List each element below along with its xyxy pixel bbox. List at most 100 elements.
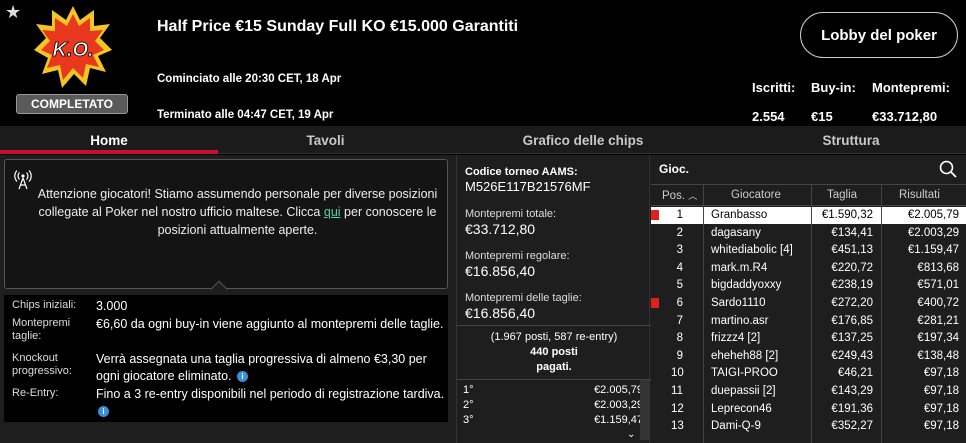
player-position: 9 xyxy=(676,349,683,362)
player-search-bar[interactable]: Gioc. xyxy=(651,155,966,182)
start-time: Cominciato alle 20:30 CET, 18 Apr xyxy=(157,73,342,85)
table-row[interactable]: 13 Dami-Q-9 €352,27 €97,18 xyxy=(651,418,966,435)
search-label: Gioc. xyxy=(659,162,690,176)
table-header: Pos. ︿ Giocatore Taglia Risultati xyxy=(651,184,966,206)
tournament-info: Chips iniziali: 3.000 Montepremi taglie:… xyxy=(4,295,448,422)
prize-row: 3° €1.159,47 xyxy=(463,414,643,427)
col-pos[interactable]: Pos. ︿ xyxy=(662,189,697,202)
player-bounty: €46,21 xyxy=(837,367,873,380)
tab-chip-graph[interactable]: Grafico delle chips xyxy=(476,126,690,154)
player-position: 5 xyxy=(676,279,683,292)
table-row[interactable]: 6 Sardo1110 €272,20 €400,72 xyxy=(651,295,966,312)
info-icon[interactable]: i xyxy=(98,406,109,418)
aams-value: M526E117B21576MF xyxy=(465,179,591,194)
player-result: €2.003,29 xyxy=(907,226,959,239)
prize-pool-label: Montepremi: xyxy=(872,80,950,95)
buyin-value: €15 xyxy=(811,109,833,124)
tournament-header: ★ K.O. COMPLETATO Half Price €15 Sunday … xyxy=(0,0,966,126)
reentry-label: Re-Entry: xyxy=(12,387,59,399)
flag-marker xyxy=(651,298,659,308)
table-row[interactable]: 12 Leprecon46 €191,36 €97,18 xyxy=(651,401,966,418)
player-bounty: €134,41 xyxy=(831,226,873,239)
prize-amount: €2.003,29 xyxy=(594,399,643,411)
table-row[interactable]: 10 TAIGI-PROO €46,21 €97,18 xyxy=(651,365,966,382)
sort-up-icon[interactable]: ︿ xyxy=(688,191,697,201)
player-name: duepassii [2] xyxy=(711,385,776,397)
player-bounty: €249,43 xyxy=(831,349,873,362)
player-name: Dami-Q-9 xyxy=(711,420,761,433)
tab-tables[interactable]: Tavoli xyxy=(218,126,433,154)
col-player[interactable]: Giocatore xyxy=(731,189,781,201)
table-row[interactable]: 11 duepassii [2] €143,29 €97,18 xyxy=(651,383,966,400)
home-content: Attenzione giocatori! Stiamo assumendo p… xyxy=(0,155,966,443)
table-row[interactable]: 8 frizzz4 [2] €137,25 €197,34 xyxy=(651,330,966,347)
player-bounty: €272,20 xyxy=(831,297,873,309)
player-name: martino.asr xyxy=(711,314,769,327)
player-name: frizzz4 [2] xyxy=(711,332,761,345)
col-results[interactable]: Risultati xyxy=(899,189,940,201)
regular-prize-value: €16.856,40 xyxy=(465,263,536,279)
player-bounty: €352,27 xyxy=(831,420,873,433)
chips-value: 3.000 xyxy=(96,299,128,313)
prizes-scrollbar[interactable] xyxy=(640,380,649,440)
ko-logo: K.O. COMPLETATO xyxy=(14,4,130,114)
notice-text: Attenzione giocatori! Stiamo assumendo p… xyxy=(35,185,440,239)
table-row[interactable]: 7 martino.asr €176,85 €281,21 xyxy=(651,313,966,330)
divider xyxy=(703,185,704,443)
aams-label: Codice torneo AAMS: xyxy=(465,166,578,178)
prize-place: 2° xyxy=(463,399,474,411)
knockout-label: Knockout progressivo: xyxy=(12,352,72,377)
tab-structure[interactable]: Struttura xyxy=(744,126,958,154)
divider xyxy=(457,379,651,380)
info-row-knockout: Knockout progressivo: Verrà assegnata un… xyxy=(12,352,442,386)
player-name: whitediabolic [4] xyxy=(711,244,793,257)
player-name: dagasany xyxy=(711,226,761,239)
player-position: 12 xyxy=(671,402,684,415)
info-icon[interactable]: i xyxy=(236,371,248,383)
col-bounty[interactable]: Taglia xyxy=(827,189,857,201)
player-position: 6 xyxy=(676,297,683,309)
reentry-value: Fino a 3 re-entry disponibili nel period… xyxy=(96,387,445,401)
table-row[interactable]: 5 bigdaddyoxxy €238,19 €571,01 xyxy=(651,277,966,294)
prize-row: 1° €2.005,79 xyxy=(463,384,643,397)
prize-row: 2° €2.003,29 xyxy=(463,399,643,412)
player-name: TAIGI-PROO xyxy=(711,367,778,380)
player-bounty: €238,19 xyxy=(831,279,873,292)
notice-link[interactable]: qui xyxy=(324,205,341,219)
prize-summary: Codice torneo AAMS: M526E117B21576MF Mon… xyxy=(456,155,651,443)
chips-label: Chips iniziali: xyxy=(12,299,77,311)
player-bounty: €1.590,32 xyxy=(821,209,873,221)
player-position: 10 xyxy=(671,367,684,380)
player-result: €1.159,47 xyxy=(907,244,959,257)
total-prize-label: Montepremi totale: xyxy=(465,208,557,220)
prize-pool-value: €33.712,80 xyxy=(872,109,938,124)
player-position: 4 xyxy=(676,261,683,274)
info-row-chips: Chips iniziali: 3.000 xyxy=(12,299,442,315)
info-row-bounty: Montepremi taglie: €6,60 da ogni buy-in … xyxy=(12,317,443,351)
player-result: €97,18 xyxy=(923,367,959,380)
player-bounty: €143,29 xyxy=(831,385,873,397)
table-row[interactable]: 3 whitediabolic [4] €451,13 €1.159,47 xyxy=(651,242,966,259)
entrants-value: 2.554 xyxy=(752,109,785,124)
prize-amount: €1.159,47 xyxy=(594,414,643,426)
player-position: 8 xyxy=(676,332,683,345)
divider xyxy=(457,325,651,326)
player-result: €400,72 xyxy=(917,297,959,309)
status-badge: COMPLETATO xyxy=(16,94,128,114)
bounty-prize-value: €16.856,40 xyxy=(465,305,536,321)
divider xyxy=(881,185,882,443)
player-position: 1 xyxy=(676,209,683,221)
broadcast-icon xyxy=(14,170,32,190)
chevron-down-icon[interactable]: ⌄ xyxy=(627,429,635,440)
player-name: bigdaddyoxxy xyxy=(711,279,782,292)
search-icon[interactable] xyxy=(939,160,957,178)
prize-place: 3° xyxy=(463,414,474,426)
table-row[interactable]: 2 dagasany €134,41 €2.003,29 xyxy=(651,225,966,242)
paid-places: (1.967 posti, 587 re-entry) 440 posti pa… xyxy=(457,330,651,375)
player-position: 7 xyxy=(676,314,683,327)
table-row[interactable]: 1 Granbasso €1.590,32 €2.005,79 xyxy=(651,207,966,224)
table-row[interactable]: 4 mark.m.R4 €220,72 €813,68 xyxy=(651,260,966,277)
player-result: €97,18 xyxy=(923,420,959,433)
lobby-button[interactable]: Lobby del poker xyxy=(800,12,958,58)
table-row[interactable]: 9 eheheh88 [2] €249,43 €138,48 xyxy=(651,348,966,365)
